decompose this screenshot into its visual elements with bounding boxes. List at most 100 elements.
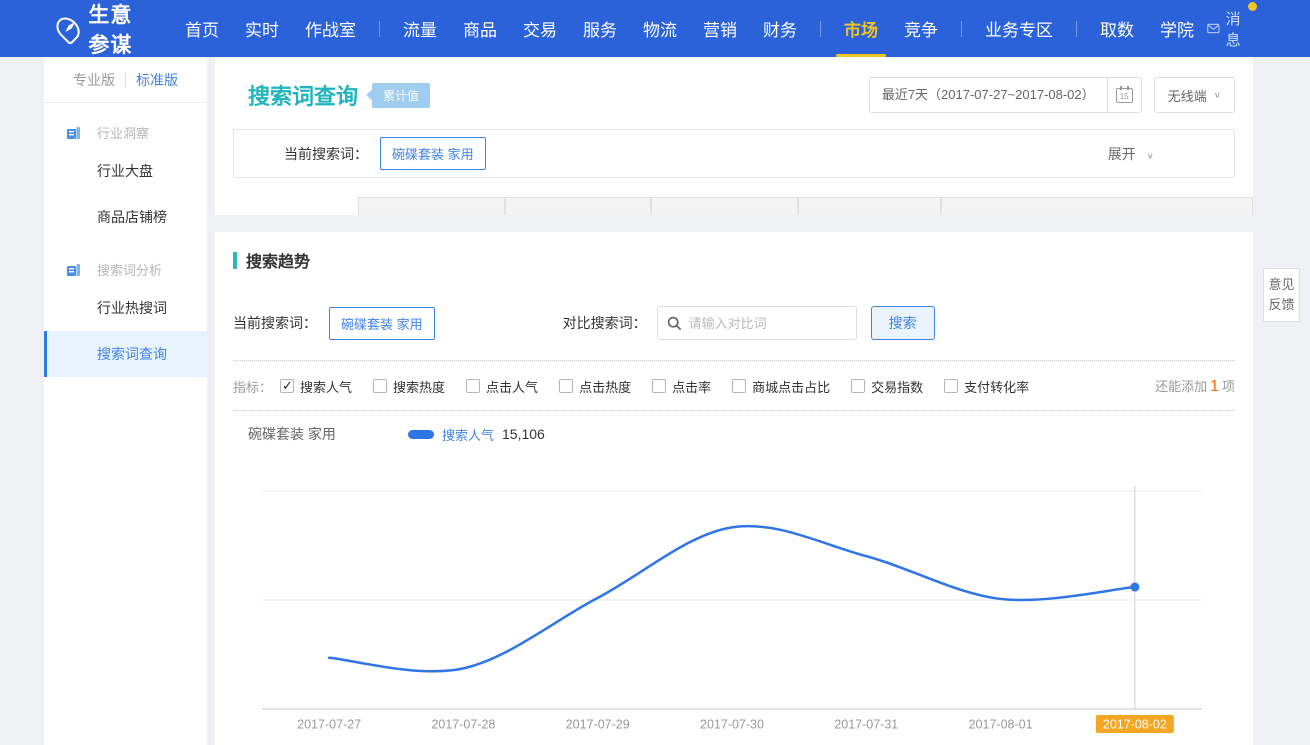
- current-word-bar: 当前搜索词： 碗碟套装 家用 展开 ∨: [233, 129, 1235, 178]
- metric-tab-5[interactable]: [798, 197, 941, 215]
- checkbox-checked-icon[interactable]: [280, 379, 294, 393]
- message-badge: [1248, 2, 1257, 11]
- x-axis-label: 2017-07-30: [700, 718, 764, 732]
- nav-item-流量[interactable]: 流量: [403, 16, 437, 41]
- legend-series-name: 碗碟套装 家用: [248, 424, 408, 444]
- checkbox-icon[interactable]: [466, 379, 480, 393]
- app-logo[interactable]: 生意参谋: [58, 0, 154, 59]
- nav-item-业务专区[interactable]: 业务专区: [985, 16, 1053, 41]
- date-range-picker[interactable]: 最近7天（2017-07-27~2017-08-02） 15: [869, 77, 1142, 113]
- current-word-chip[interactable]: 碗碟套装 家用: [380, 137, 486, 170]
- metric-tab-strip: [215, 197, 1253, 215]
- search-trend-line-chart[interactable]: 2017-07-272017-07-282017-07-292017-07-30…: [215, 472, 1253, 745]
- nav-item-营销[interactable]: 营销: [703, 16, 737, 41]
- x-axis-label: 2017-07-27: [297, 718, 361, 732]
- sidebar-item-行业大盘[interactable]: 行业大盘: [44, 148, 207, 194]
- expand-toggle[interactable]: 展开 ∨: [1108, 144, 1216, 164]
- nav-item-市场[interactable]: 市场: [844, 16, 878, 41]
- nav-divider: [961, 21, 962, 37]
- nav-divider: [820, 21, 821, 37]
- metric-checkbox-支付转化率[interactable]: 支付转化率: [944, 377, 1029, 396]
- section-title: 搜索趋势: [246, 248, 310, 272]
- calendar-button[interactable]: 15: [1107, 78, 1141, 112]
- checkbox-icon[interactable]: [851, 379, 865, 393]
- compass-logo-icon: [52, 12, 85, 45]
- version-standard[interactable]: 标准版: [126, 70, 188, 90]
- checkbox-icon[interactable]: [373, 379, 387, 393]
- metric-checkbox-商城点击占比[interactable]: 商城点击占比: [732, 377, 830, 396]
- sidebar-group-行业洞察[interactable]: 行业洞察: [66, 123, 207, 142]
- metric-tab-6[interactable]: [941, 197, 1253, 215]
- nav-item-财务[interactable]: 财务: [763, 16, 797, 41]
- chevron-down-icon: ∨: [1147, 152, 1154, 161]
- divider: [233, 410, 1235, 411]
- terminal-value: 无线端: [1168, 86, 1207, 105]
- sidebar-item-商品店铺榜[interactable]: 商品店铺榜: [44, 194, 207, 240]
- nav-item-实时[interactable]: 实时: [245, 16, 279, 41]
- nav-menu: 首页 实时 作战室 流量 商品 交易 服务 物流 营销 财务 市场 竞争 业务专区 取数 学院: [172, 16, 1207, 41]
- terminal-select[interactable]: 无线端 ∨: [1154, 77, 1235, 113]
- nav-item-商品[interactable]: 商品: [463, 16, 497, 41]
- legend-metric-label[interactable]: 搜索人气: [442, 425, 494, 444]
- sidebar-group-搜索词分析[interactable]: 搜索词分析: [66, 260, 207, 279]
- nav-item-取数[interactable]: 取数: [1100, 16, 1134, 41]
- cumulative-tag: 累计值: [372, 83, 430, 108]
- trend-current-word-label: 当前搜索词：: [233, 313, 317, 333]
- checkbox-icon[interactable]: [732, 379, 746, 393]
- remaining-count: 1: [1207, 378, 1222, 395]
- metric-checkbox-点击率[interactable]: 点击率: [652, 377, 711, 396]
- messages-label: 消息: [1226, 8, 1248, 50]
- compare-word-label: 对比搜索词：: [563, 313, 647, 333]
- metric-checkbox-搜索人气[interactable]: 搜索人气: [280, 377, 352, 396]
- sidebar-item-行业热搜词[interactable]: 行业热搜词: [44, 285, 207, 331]
- sidebar-item-搜索词查询[interactable]: 搜索词查询: [44, 331, 207, 377]
- version-pro[interactable]: 专业版: [63, 70, 125, 90]
- x-axis-label: 2017-07-29: [566, 718, 630, 732]
- metric-tab-4[interactable]: [651, 197, 798, 215]
- search-button[interactable]: 搜索: [871, 306, 935, 340]
- metric-checkbox-点击热度[interactable]: 点击热度: [559, 377, 631, 396]
- checkbox-icon[interactable]: [559, 379, 573, 393]
- metric-tab-1[interactable]: [215, 197, 358, 215]
- envelope-icon: [1207, 22, 1220, 35]
- compare-search-input[interactable]: [689, 316, 847, 331]
- nav-item-学院[interactable]: 学院: [1160, 16, 1194, 41]
- search-trend-card: 搜索趋势 当前搜索词： 碗碟套装 家用 对比搜索词： 搜索 指标： 搜索人气搜索…: [215, 232, 1253, 745]
- metric-checkbox-点击人气[interactable]: 点击人气: [466, 377, 538, 396]
- metric-checkbox-交易指数[interactable]: 交易指数: [851, 377, 923, 396]
- nav-divider: [379, 21, 380, 37]
- nav-item-首页[interactable]: 首页: [185, 16, 219, 41]
- compare-search-box: [657, 306, 857, 340]
- metrics-row: 指标： 搜索人气搜索热度点击人气点击热度点击率商城点击占比交易指数支付转化率 还…: [233, 376, 1235, 396]
- chart-endpoint-dot[interactable]: [1130, 583, 1139, 592]
- metric-tab-2[interactable]: [358, 197, 505, 215]
- industry-insight-icon: [66, 126, 89, 140]
- page-title: 搜索词查询: [248, 79, 358, 111]
- chart-legend: 碗碟套装 家用 搜索人气 15,106: [248, 424, 1235, 444]
- nav-item-物流[interactable]: 物流: [643, 16, 677, 41]
- sidebar: 专业版 标准版 行业洞察行业大盘商品店铺榜搜索词分析行业热搜词搜索词查询: [44, 57, 207, 745]
- nav-item-交易[interactable]: 交易: [523, 16, 557, 41]
- trend-line: [329, 526, 1135, 671]
- trend-current-word-chip[interactable]: 碗碟套装 家用: [329, 307, 435, 340]
- x-axis-label: 2017-08-01: [969, 718, 1033, 732]
- metric-checkbox-搜索热度[interactable]: 搜索热度: [373, 377, 445, 396]
- messages-button[interactable]: 消息: [1207, 8, 1248, 50]
- sidebar-menu: 行业洞察行业大盘商品店铺榜搜索词分析行业热搜词搜索词查询: [44, 123, 207, 377]
- checkbox-icon[interactable]: [944, 379, 958, 393]
- date-range-text: 最近7天（2017-07-27~2017-08-02）: [870, 78, 1107, 112]
- feedback-button[interactable]: 意见 反馈: [1263, 268, 1300, 322]
- search-word-analysis-icon: [66, 263, 89, 277]
- legend-metric-value: 15,106: [502, 426, 545, 442]
- feedback-label-line1: 意见: [1267, 275, 1296, 295]
- nav-item-作战室[interactable]: 作战室: [305, 16, 356, 41]
- checkbox-icon[interactable]: [652, 379, 666, 393]
- metric-checkbox-list: 搜索人气 搜索热度 点击人气 点击热度 点击率 商城点击占比 交易指数 支付转化率: [280, 377, 1050, 396]
- x-axis-label: 2017-08-02: [1103, 718, 1167, 732]
- legend-line-icon[interactable]: [408, 430, 434, 439]
- app-name: 生意参谋: [88, 0, 154, 59]
- nav-item-竞争[interactable]: 竞争: [904, 16, 938, 41]
- metric-tab-3[interactable]: [505, 197, 651, 215]
- calendar-icon: 15: [1116, 88, 1133, 103]
- nav-item-服务[interactable]: 服务: [583, 16, 617, 41]
